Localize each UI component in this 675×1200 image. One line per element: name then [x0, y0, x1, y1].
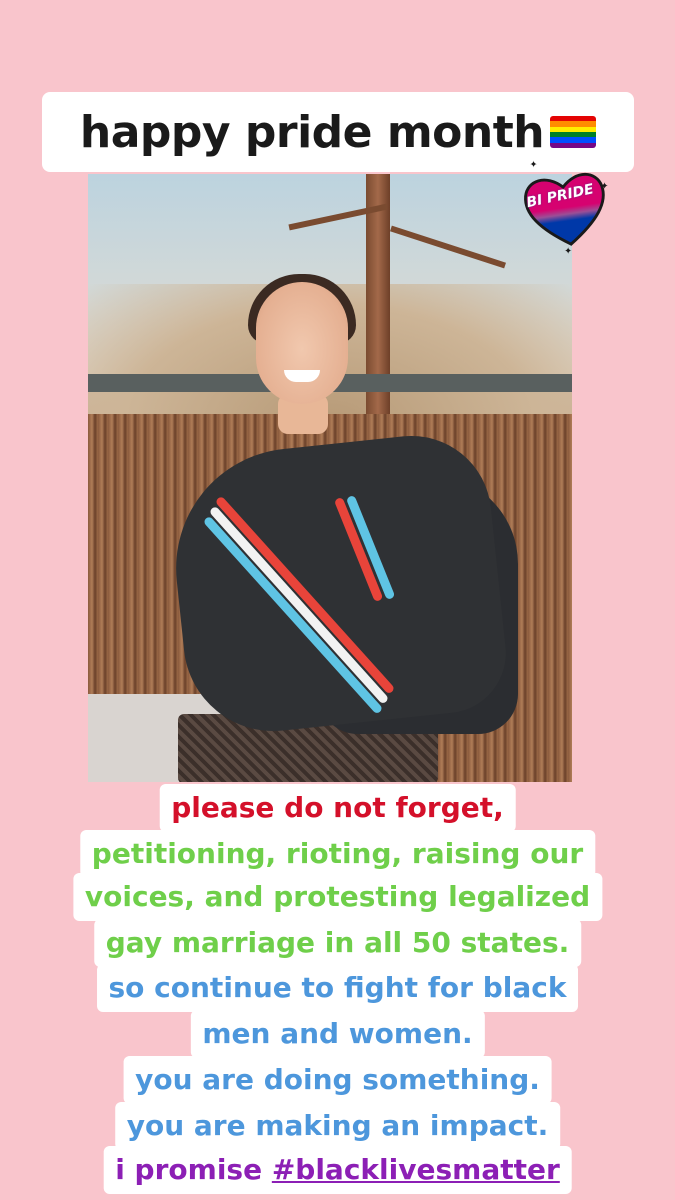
message-line-2: petitioning, rioting, raising our — [79, 830, 596, 878]
person-face — [256, 282, 348, 404]
message-line-3: voices, and protesting legalized — [72, 873, 603, 921]
title-text: happy pride month — [79, 106, 545, 158]
promise-text: i promise — [115, 1153, 272, 1186]
rainbow-flag-icon — [550, 116, 597, 148]
message-line-1: please do not forget, — [159, 784, 516, 832]
story-photo — [88, 174, 572, 782]
message-line-4: gay marriage in all 50 states. — [93, 919, 582, 967]
message-line-9: i promise #blacklivesmatter — [103, 1146, 572, 1194]
svg-text:✦: ✦ — [601, 181, 609, 192]
blacklivesmatter-hashtag-link[interactable]: #blacklivesmatter — [272, 1153, 560, 1186]
message-line-6: men and women. — [190, 1010, 485, 1058]
message-line-5: so continue to fight for black — [96, 964, 579, 1012]
message-line-8: you are making an impact. — [114, 1102, 561, 1150]
message-line-7: you are doing something. — [123, 1056, 552, 1104]
svg-text:✦: ✦ — [564, 246, 572, 256]
svg-text:✦: ✦ — [530, 160, 538, 171]
